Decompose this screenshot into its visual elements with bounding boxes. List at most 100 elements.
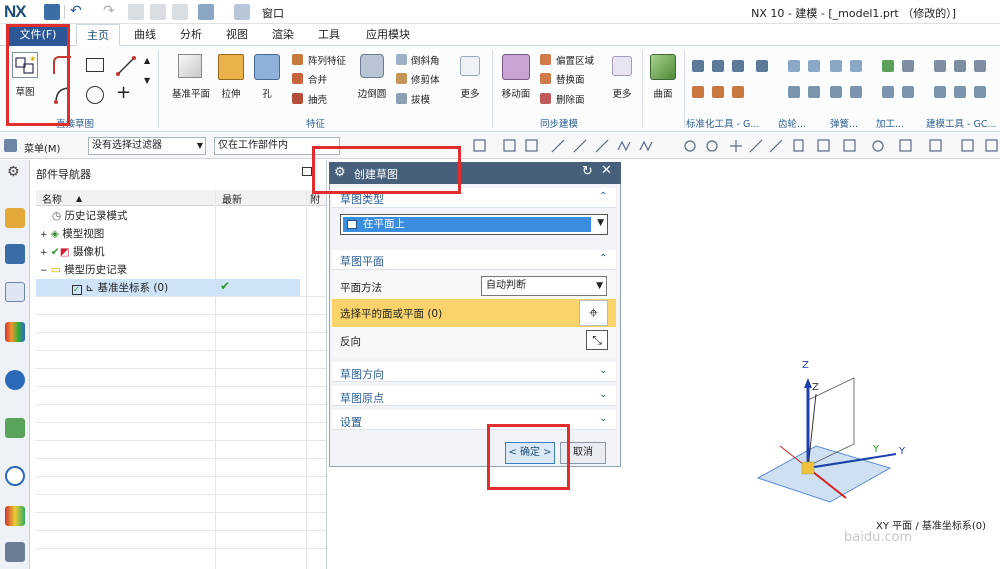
row-checkbox[interactable]: ✓ <box>72 285 82 295</box>
move-face-label[interactable]: 移动面 <box>498 86 534 100</box>
chamfer-icon[interactable] <box>396 54 407 65</box>
touch-mode-icon[interactable] <box>198 4 214 20</box>
tab-analysis[interactable]: 分析 <box>174 24 208 46</box>
tab-render[interactable]: 渲染 <box>266 24 300 46</box>
plane-method-select[interactable]: 自动判断 ▼ <box>481 276 607 296</box>
column-name[interactable]: 名称 <box>42 191 62 206</box>
history-icon[interactable] <box>5 418 25 438</box>
section-title: 草图方向 <box>340 368 384 381</box>
window-menu[interactable]: 窗口 <box>262 5 284 21</box>
select-plane-label: 选择平的面或平面 (0) <box>340 308 443 320</box>
snap-point-icons[interactable] <box>468 136 1000 156</box>
sort-ascending-icon: ▲ <box>76 194 83 203</box>
shell-icon[interactable] <box>292 93 303 104</box>
tab-home[interactable]: 主页 <box>76 24 120 46</box>
tab-view[interactable]: 视图 <box>220 24 254 46</box>
delete-face-icon[interactable] <box>540 93 551 104</box>
draft-icon[interactable] <box>396 93 407 104</box>
reset-icon[interactable]: ↻ <box>582 164 593 179</box>
edge-blend-label[interactable]: 边倒圆 <box>354 86 390 100</box>
paste-icon[interactable] <box>172 4 188 20</box>
replace-face-label[interactable]: 替换面 <box>556 72 585 86</box>
copy-icon[interactable] <box>150 4 166 20</box>
clock-icon[interactable] <box>5 466 25 486</box>
tab-curve[interactable]: 曲线 <box>128 24 162 46</box>
more-sync-label[interactable]: 更多 <box>608 86 636 100</box>
chevron-down-icon[interactable]: ⌄ <box>599 365 607 376</box>
line-icon[interactable] <box>116 56 136 76</box>
trim-body-label[interactable]: 修剪体 <box>411 72 440 86</box>
offset-region-label[interactable]: 偏置区域 <box>556 53 594 67</box>
part-navigator-icon[interactable] <box>5 282 25 302</box>
repeat-command-icon[interactable] <box>234 4 250 20</box>
datum-plane-icon[interactable] <box>178 54 202 78</box>
reuse-library-icon[interactable] <box>5 322 25 342</box>
chevron-down-icon[interactable]: ⌄ <box>599 389 607 400</box>
undo-icon[interactable]: ↶ <box>70 3 82 19</box>
collapse-icon[interactable]: − <box>40 266 48 276</box>
chamfer-label[interactable]: 倒斜角 <box>411 53 440 67</box>
chevron-down-icon[interactable]: ⌄ <box>599 413 607 424</box>
expand-icon[interactable]: + <box>40 248 48 258</box>
more-feature-label[interactable]: 更多 <box>456 86 484 100</box>
more-sync-icon[interactable] <box>612 56 632 76</box>
cut-icon[interactable] <box>128 4 144 20</box>
more-feature-icon[interactable] <box>460 56 480 76</box>
column-latest[interactable]: 最新 <box>222 191 242 206</box>
list-item[interactable]: − ▭ 模型历史记录 <box>40 261 127 279</box>
trim-body-icon[interactable] <box>396 73 407 84</box>
section-title: 草图原点 <box>340 392 384 405</box>
surface-icon[interactable] <box>650 54 676 80</box>
hole-label[interactable]: 孔 <box>254 86 280 100</box>
datum-csys-triad[interactable] <box>750 350 960 520</box>
sketch-gallery-scroll-down-icon[interactable]: ▼ <box>144 76 150 85</box>
tab-tools[interactable]: 工具 <box>312 24 346 46</box>
type-filter-dropdown[interactable]: 没有选择过滤器 ▼ <box>88 137 206 155</box>
chevron-up-icon[interactable]: ⌃ <box>599 253 607 264</box>
draft-label[interactable]: 拔模 <box>411 92 430 106</box>
extrude-icon[interactable] <box>218 54 244 80</box>
offset-region-icon[interactable] <box>540 54 551 65</box>
edge-blend-icon[interactable] <box>360 54 384 78</box>
list-item[interactable]: + ◈ 模型视图 <box>40 225 104 243</box>
combine-label[interactable]: 合并 <box>308 72 327 86</box>
rectangle-icon[interactable] <box>86 58 104 72</box>
gear-icon[interactable]: ⚙ <box>7 164 20 180</box>
list-item[interactable]: ◷ 历史记录模式 <box>52 207 128 225</box>
web-browser-icon[interactable] <box>5 370 25 390</box>
system-materials-icon[interactable] <box>5 542 25 562</box>
close-icon[interactable]: ✕ <box>601 163 612 178</box>
reverse-direction-icon[interactable]: ⤡ <box>586 330 608 350</box>
extra-tool-icons[interactable] <box>690 58 996 108</box>
constraint-navigator-icon[interactable] <box>5 244 25 264</box>
move-face-icon[interactable] <box>502 54 530 80</box>
point-icon[interactable]: + <box>116 84 131 102</box>
redo-icon[interactable]: ↷ <box>103 3 115 19</box>
menu-button[interactable]: 菜单(M) <box>24 140 60 155</box>
surface-label[interactable]: 曲面 <box>648 86 678 100</box>
expand-icon[interactable]: + <box>40 230 48 240</box>
tab-applications[interactable]: 应用模块 <box>360 24 416 46</box>
table-row[interactable]: ✓ ⊾ 基准坐标系 (0) <box>72 279 168 297</box>
datum-plane-label[interactable]: 基准平面 <box>168 86 214 100</box>
list-item[interactable]: + ✔◩ 摄像机 <box>40 243 104 261</box>
assembly-navigator-icon[interactable] <box>5 208 25 228</box>
pattern-feature-label[interactable]: 阵列特征 <box>308 53 346 67</box>
replace-face-icon[interactable] <box>540 73 551 84</box>
shell-label[interactable]: 抽壳 <box>308 92 327 106</box>
maximize-icon[interactable] <box>302 167 312 176</box>
crosshair-icon[interactable]: ⌖ <box>579 300 608 326</box>
chevron-up-icon[interactable]: ⌃ <box>599 191 607 202</box>
combine-icon[interactable] <box>292 73 303 84</box>
hole-icon[interactable] <box>254 54 280 80</box>
sketch-type-select[interactable]: 在平面上 ▼ <box>340 214 608 235</box>
delete-face-label[interactable]: 删除面 <box>556 92 585 106</box>
menu-icon[interactable] <box>4 139 17 152</box>
pattern-feature-icon[interactable] <box>292 54 303 65</box>
save-icon[interactable] <box>44 4 60 20</box>
extrude-label[interactable]: 拉伸 <box>218 86 244 100</box>
roles-icon[interactable] <box>5 506 25 526</box>
circle-icon[interactable] <box>86 86 104 104</box>
section-settings[interactable] <box>332 410 616 430</box>
sketch-gallery-scroll-up-icon[interactable]: ▲ <box>144 56 150 65</box>
